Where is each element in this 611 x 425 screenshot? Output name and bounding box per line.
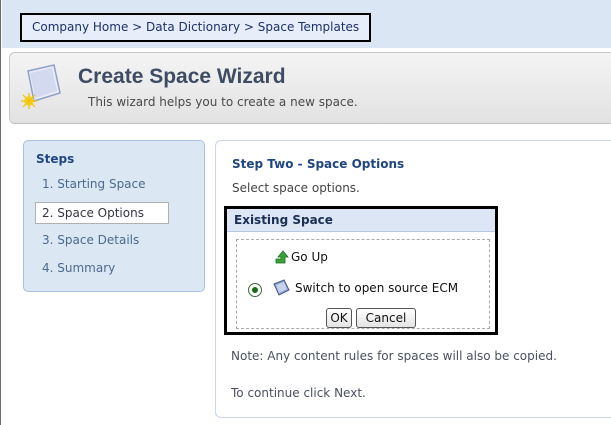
step-title: Step Two - Space Options bbox=[232, 157, 405, 171]
window-frame: Company Home > Data Dictionary > Space T… bbox=[0, 0, 611, 425]
wizard-title: Create Space Wizard bbox=[78, 65, 286, 88]
existing-space-list: Go Up Switch to open source ECM OK Cance… bbox=[236, 239, 490, 329]
step-space-details: 3. Space Details bbox=[42, 233, 140, 247]
step-space-options: 2. Space Options bbox=[35, 202, 169, 224]
step-summary: 4. Summary bbox=[42, 261, 116, 275]
wizard-wand-icon bbox=[21, 64, 61, 109]
breadcrumb-item-data-dictionary[interactable]: Data Dictionary bbox=[146, 20, 240, 34]
space-radio-selected[interactable] bbox=[248, 283, 262, 297]
space-option-label[interactable]: Switch to open source ECM bbox=[295, 281, 458, 295]
steps-panel: Steps 1. Starting Space 2. Space Options… bbox=[23, 140, 205, 292]
breadcrumb-separator: > bbox=[132, 20, 147, 34]
wizard-header: Create Space Wizard This wizard helps yo… bbox=[9, 52, 611, 124]
existing-space-panel: Existing Space Go Up Switch to open sour… bbox=[224, 206, 498, 335]
steps-title: Steps bbox=[36, 152, 75, 166]
copy-rules-note: Note: Any content rules for spaces will … bbox=[231, 349, 557, 363]
step-subtitle: Select space options. bbox=[232, 181, 360, 195]
step-starting-space: 1. Starting Space bbox=[42, 177, 146, 191]
continue-hint: To continue click Next. bbox=[231, 386, 366, 400]
breadcrumb-separator: > bbox=[243, 20, 258, 34]
existing-space-header: Existing Space bbox=[227, 209, 495, 232]
go-up-label[interactable]: Go Up bbox=[291, 250, 328, 264]
space-folder-icon bbox=[273, 279, 290, 296]
breadcrumb-bar: Company Home > Data Dictionary > Space T… bbox=[2, 0, 611, 48]
wizard-subtitle: This wizard helps you to create a new sp… bbox=[88, 95, 358, 109]
breadcrumb-item-company-home[interactable]: Company Home bbox=[32, 20, 128, 34]
breadcrumb-item-space-templates[interactable]: Space Templates bbox=[258, 20, 359, 34]
breadcrumb: Company Home > Data Dictionary > Space T… bbox=[20, 13, 372, 42]
cancel-button[interactable]: Cancel bbox=[356, 308, 416, 328]
ok-button[interactable]: OK bbox=[326, 308, 352, 328]
